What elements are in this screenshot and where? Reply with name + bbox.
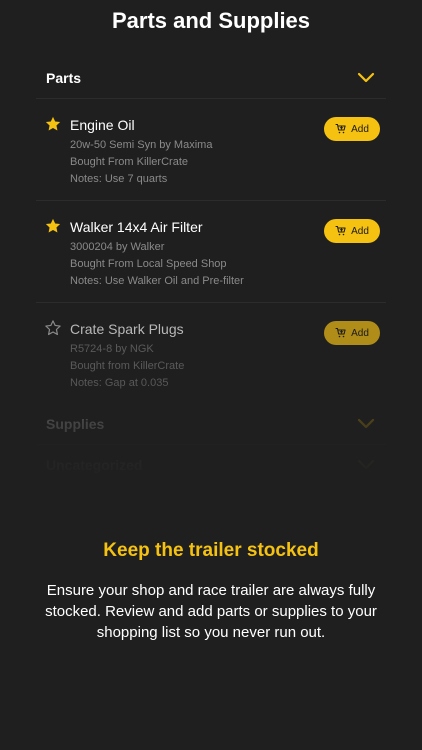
section-header-supplies[interactable]: Supplies <box>36 404 386 444</box>
item-notes: Notes: Use Walker Oil and Pre-filter <box>70 275 244 287</box>
section-label: Parts <box>46 70 82 86</box>
parts-supplies-list: Parts Engine Oil 20w-50 Semi Syn by Maxi… <box>36 58 386 485</box>
add-button-label: Add <box>351 123 369 135</box>
star-filled-icon[interactable] <box>44 115 62 133</box>
item-source: Bought From Local Speed Shop <box>70 258 227 270</box>
add-button-label: Add <box>351 225 369 237</box>
section-label: Supplies <box>46 416 105 432</box>
star-outline-icon[interactable] <box>44 319 62 337</box>
chevron-down-icon <box>356 414 376 434</box>
promo-body: Ensure your shop and race trailer are al… <box>45 582 377 641</box>
cart-plus-icon <box>335 124 346 134</box>
star-filled-icon[interactable] <box>44 217 62 235</box>
cart-plus-icon <box>335 328 346 338</box>
list-item[interactable]: Walker 14x4 Air Filter 3000204 by Walker… <box>36 201 386 302</box>
section-label: Uncategorized <box>46 457 143 473</box>
list-item[interactable]: Engine Oil 20w-50 Semi Syn by Maxima Bou… <box>36 99 386 200</box>
add-button[interactable]: Add <box>324 117 380 141</box>
item-notes: Notes: Use 7 quarts <box>70 173 168 185</box>
add-button[interactable]: Add <box>324 321 380 345</box>
promo-title: Keep the trailer stocked <box>103 540 319 561</box>
section-header-parts[interactable]: Parts <box>36 58 386 98</box>
item-notes: Notes: Gap at 0.035 <box>70 377 169 389</box>
add-button[interactable]: Add <box>324 219 380 243</box>
cart-plus-icon <box>335 226 346 236</box>
add-button-label: Add <box>351 327 369 339</box>
item-source: Bought from KillerCrate <box>70 360 185 372</box>
section-header-uncategorized[interactable]: Uncategorized <box>36 445 386 485</box>
page-title: Parts and Supplies <box>111 8 311 33</box>
list-item[interactable]: Crate Spark Plugs R5724-8 by NGK Bought … <box>36 303 386 404</box>
chevron-down-icon <box>356 68 376 88</box>
chevron-down-icon <box>356 455 376 475</box>
app-screen: Parts and Supplies Parts Engine Oil 20w-… <box>0 0 422 750</box>
item-source: Bought From KillerCrate <box>70 156 188 168</box>
